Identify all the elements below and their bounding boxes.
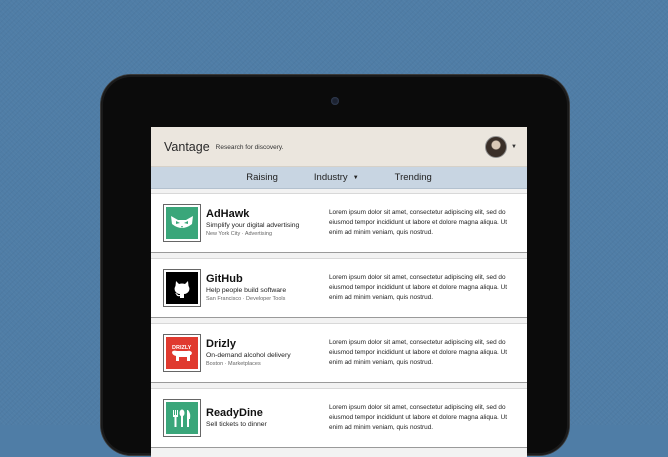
owl-icon: [166, 207, 198, 239]
nav-bar: Raising Industry ▼ Trending: [151, 167, 527, 189]
company-meta: ReadyDine Sell tickets to dinner: [206, 407, 326, 429]
svg-text:DRIZLY: DRIZLY: [172, 345, 192, 351]
company-list: AdHawk Simplify your digital advertising…: [151, 189, 527, 448]
app-header: Vantage Research for discovery. ▼: [151, 127, 527, 167]
company-tagline: On-demand alcohol delivery: [206, 352, 291, 359]
user-avatar[interactable]: [485, 135, 508, 158]
nav-label: Trending: [394, 172, 432, 183]
camera-icon: [331, 97, 339, 105]
bear-icon: DRIZLY: [166, 337, 198, 369]
company-description: Lorem ipsum dolor sit amet, consectetur …: [329, 209, 507, 236]
nav-item-industry[interactable]: Industry ▼: [296, 172, 377, 183]
company-logo: [163, 204, 201, 242]
company-name[interactable]: GitHub: [206, 273, 326, 286]
company-description: Lorem ipsum dolor sit amet, consectetur …: [329, 404, 507, 431]
nav-item-raising[interactable]: Raising: [228, 172, 296, 183]
nav-item-trending[interactable]: Trending: [377, 172, 450, 183]
company-card[interactable]: ReadyDine Sell tickets to dinner Lorem i…: [151, 388, 527, 448]
tablet-frame: Vantage Research for discovery. ▼ Raisin…: [101, 75, 569, 457]
company-tagline: Simplify your digital advertising: [206, 222, 300, 229]
company-meta: AdHawk Simplify your digital advertising…: [206, 208, 326, 238]
company-meta: Drizly On-demand alcohol delivery Boston…: [206, 338, 326, 368]
company-location: Boston · Marketplaces: [206, 361, 261, 367]
company-name[interactable]: Drizly: [206, 338, 326, 351]
company-card[interactable]: DRIZLY Drizly On-demand alcohol delivery…: [151, 323, 527, 383]
company-card[interactable]: AdHawk Simplify your digital advertising…: [151, 193, 527, 253]
company-description: Lorem ipsum dolor sit amet, consectetur …: [329, 274, 507, 301]
company-name[interactable]: AdHawk: [206, 208, 326, 221]
nav-label: Raising: [246, 172, 278, 183]
brand-name[interactable]: Vantage: [164, 140, 210, 154]
company-logo: [163, 399, 201, 437]
fork-spoon-knife-icon: [166, 402, 198, 434]
company-location: San Francisco · Developer Tools: [206, 296, 286, 302]
company-description: Lorem ipsum dolor sit amet, consectetur …: [329, 339, 507, 366]
company-logo: DRIZLY: [163, 334, 201, 372]
company-location: New York City · Advertising: [206, 231, 273, 237]
company-tagline: Help people build software: [206, 287, 287, 294]
chevron-down-icon[interactable]: ▼: [511, 144, 517, 150]
nav-label: Industry: [313, 172, 348, 183]
chevron-down-icon: ▼: [352, 174, 359, 181]
app-screen: Vantage Research for discovery. ▼ Raisin…: [151, 127, 527, 457]
company-name[interactable]: ReadyDine: [206, 407, 326, 420]
company-card[interactable]: GitHub Help people build software San Fr…: [151, 258, 527, 318]
octocat-icon: [166, 272, 198, 304]
company-meta: GitHub Help people build software San Fr…: [206, 273, 326, 303]
brand-tagline: Research for discovery.: [215, 144, 284, 151]
company-logo: [163, 269, 201, 307]
